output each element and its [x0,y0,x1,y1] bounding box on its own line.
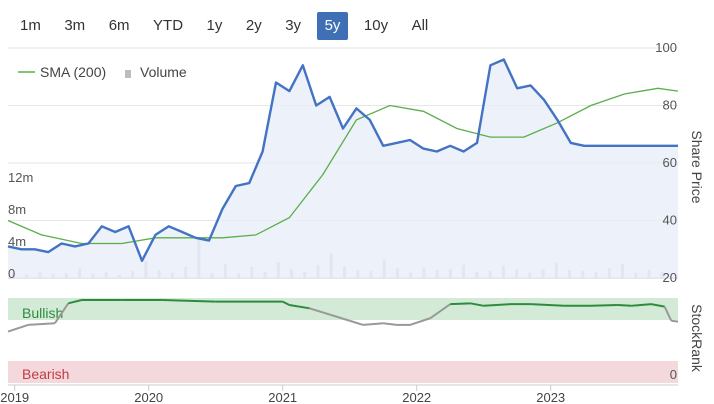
year-tick-label: 2023 [536,390,565,404]
price-tick-label: 40 [663,213,677,228]
stockrank-segment [590,303,618,307]
year-tick-label: 2022 [402,390,431,404]
bearish-zone [8,361,678,383]
price-series [7,58,679,278]
volume-tick-label: 12m [8,170,33,185]
volume-tick-label: 8m [8,202,26,217]
year-tick-label: 2020 [134,390,163,404]
year-axis: 2019 2020 2021 2022 2023 [0,384,678,404]
volume-legend-label: Volume [140,64,187,80]
price-area [8,59,678,278]
price-tick-label: 20 [663,270,677,285]
stockrank-segment [671,319,679,323]
stockrank-segment [617,303,632,307]
bearish-label: Bearish [22,366,69,382]
volume-tick-label: 4m [8,234,26,249]
price-tick-label: 100 [655,40,677,55]
volume-tick-label: 0 [8,266,15,281]
stockrank-segment [363,322,384,326]
sma-legend-label: SMA (200) [40,64,106,80]
stockrank-zero-label: 0 [670,367,677,382]
price-tick-label: 80 [663,98,677,113]
stockrank-segment [383,322,397,326]
stockrank-segment [349,319,364,326]
bullish-zone [8,298,678,320]
legend: SMA (200) Volume [18,64,187,80]
stockrank-panel: BullishBearish 0 [7,298,679,383]
year-tick-label: 2019 [0,390,29,404]
stock-chart: 20 40 60 80 100 0 4m 8m 12m SMA (200) Volume Sh… [0,40,705,404]
volume-legend-swatch [125,70,131,78]
year-tick-label: 2021 [268,390,297,404]
price-tick-label: 60 [663,155,677,170]
stockrank-segment [450,302,471,306]
stockrank-axis-title: StockRank [689,304,705,373]
share-price-axis-title: Share Price [689,130,705,203]
stockrank-segment [28,322,55,326]
stockrank-segment [7,323,29,333]
